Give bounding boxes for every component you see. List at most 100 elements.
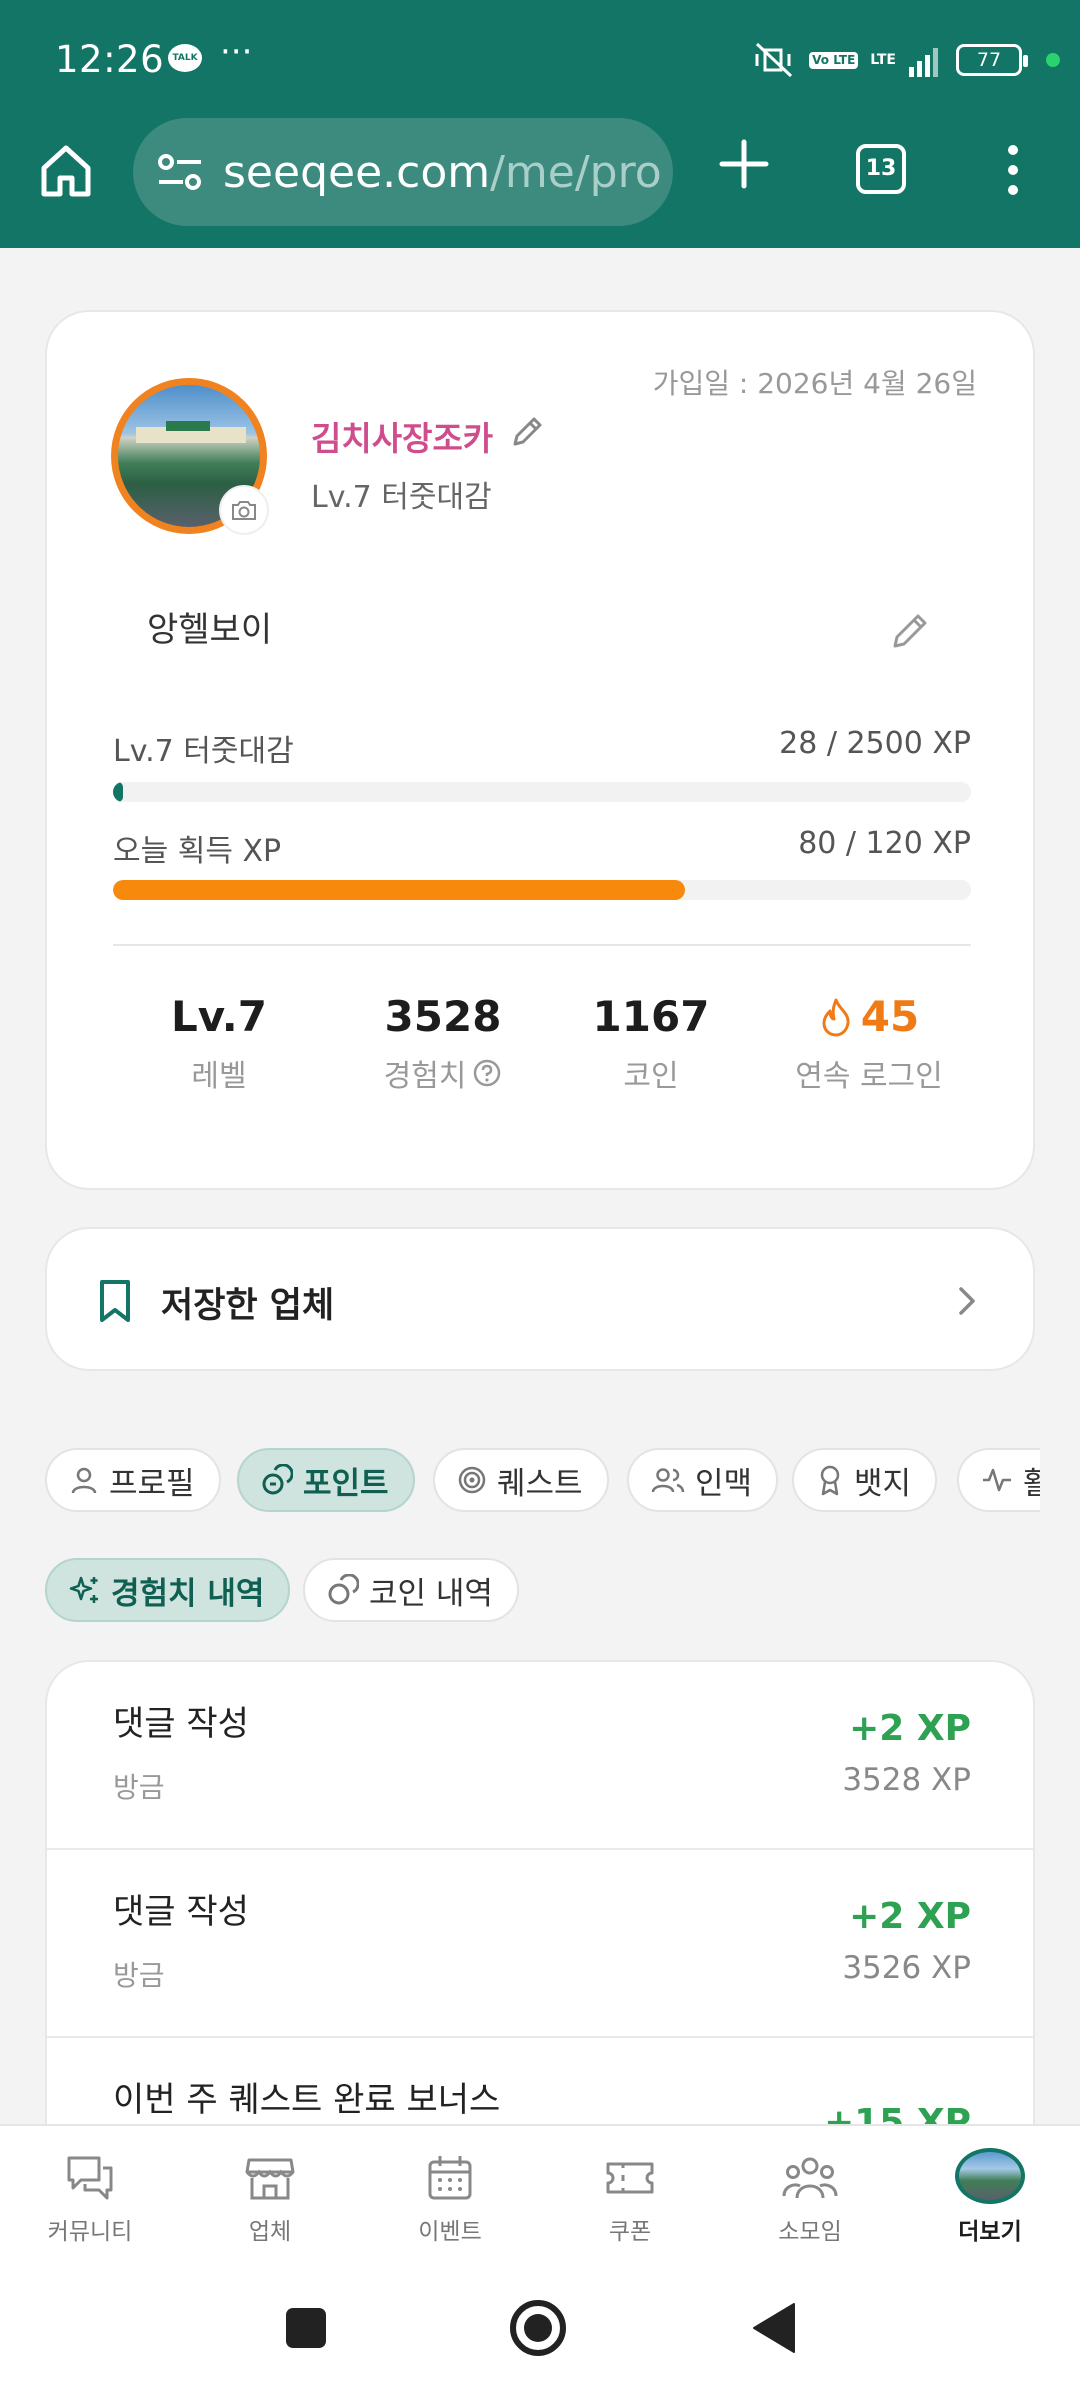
level-xp-label: Lv.7 터줏대감 [113,734,294,769]
home-system-button[interactable] [508,2298,568,2358]
saved-vendors-label: 저장한 업체 [161,1286,335,1326]
history-gain: +2 XP [849,1708,971,1749]
new-tab-button[interactable] [716,136,772,192]
subtab-xp-label: 경험치 내역 [111,1575,265,1612]
profile-tabs: 프로필 포인트 퀘스트 인맥 뱃지 활 [0,1440,1040,1520]
daily-xp-bar [113,880,971,900]
stat-streak: 45 연속 로그인 [759,992,979,1095]
daily-xp-value: 80 / 120 XP [798,826,971,861]
history-title: 이번 주 퀘스트 완료 보너스 [113,2080,501,2120]
avatar-photo-sign [166,421,210,431]
nav-coupons[interactable]: 쿠폰 [555,2152,705,2246]
nav-vendors[interactable]: 업체 [195,2152,345,2246]
history-gain: +2 XP [849,1896,971,1937]
join-date: 가입일 : 2026년 4월 26일 [652,367,977,400]
stat-level-label: 레벨 [191,1059,247,1094]
stat-level: Lv.7 레벨 [109,992,329,1095]
coins-icon [262,1464,293,1495]
change-photo-button[interactable] [219,485,269,535]
battery-icon: 77 [956,44,1028,76]
sparkle-icon [69,1576,98,1603]
history-total: 3528 XP [842,1762,971,1798]
browser-menu-button[interactable] [998,142,1028,198]
stat-coin: 1167 코인 [541,992,761,1095]
nickname: 김치사장조카 [311,419,494,458]
bookmark-icon [100,1280,130,1322]
back-button[interactable] [750,2302,798,2354]
history-title: 댓글 작성 [113,1704,249,1744]
level-xp-bar-fill [113,782,124,802]
tab-switcher-button[interactable]: 13 [856,144,906,194]
home-button[interactable] [36,140,96,200]
calendar-icon [428,2156,472,2200]
history-time: 방금 [113,1959,165,1992]
volte-icon: Vo LTE [809,51,859,69]
privacy-dot-icon [1046,53,1060,67]
url-domain: seeqee.com [223,146,491,198]
nav-more-label: 더보기 [958,2219,1022,2245]
divider [113,944,971,946]
site-settings-icon[interactable] [155,152,205,192]
bio-text: 앙헬보이 [147,610,273,650]
avatar [955,2148,1025,2204]
daily-xp-row: 오늘 획득 XP 80 / 120 XP [113,826,971,870]
tab-activity[interactable]: 활 [957,1448,1040,1512]
activity-icon [983,1468,1011,1492]
subtab-coin-history[interactable]: 코인 내역 [303,1558,519,1622]
badge-icon [820,1465,840,1496]
nav-groups-label: 소모임 [778,2219,842,2245]
nav-events[interactable]: 이벤트 [375,2152,525,2246]
tab-profile-label: 프로필 [109,1465,195,1502]
saved-vendors-button[interactable]: 저장한 업체 [45,1227,1035,1371]
level-xp-bar [113,782,971,802]
nav-community[interactable]: 커뮤니티 [15,2152,165,2246]
chevron-right-icon [959,1287,975,1315]
stat-coin-value: 1167 [592,992,710,1041]
status-time: 12:26 [55,38,165,81]
recent-apps-button[interactable] [284,2306,328,2350]
nav-events-label: 이벤트 [418,2219,482,2245]
tab-quest-label: 퀘스트 [497,1465,583,1502]
stat-xp: 3528 경험치 [333,992,553,1095]
stat-streak-label: 연속 로그인 [795,1059,943,1094]
stat-xp-label: 경험치 [383,1059,467,1094]
address-bar[interactable]: seeqee.com/me/pro [133,118,673,226]
target-icon [458,1466,486,1494]
tab-points[interactable]: 포인트 [237,1448,415,1512]
tab-activity-label: 활 [1023,1465,1040,1502]
tab-badge[interactable]: 뱃지 [792,1448,938,1512]
help-icon[interactable] [472,1058,502,1088]
list-item: 댓글 작성 방금 +2 XP 3526 XP [47,1850,1033,2038]
subtab-xp-history[interactable]: 경험치 내역 [45,1558,291,1622]
nav-groups[interactable]: 소모임 [735,2152,885,2246]
tab-badge-label: 뱃지 [854,1465,912,1502]
list-item: 댓글 작성 방금 +2 XP 3528 XP [47,1662,1033,1850]
nav-more[interactable]: 더보기 [915,2148,1065,2246]
level-title: Lv.7 터줏대감 [311,480,492,515]
ticket-icon [606,2162,654,2194]
stat-xp-value: 3528 [384,992,502,1041]
browser-toolbar: seeqee.com/me/pro 13 [0,118,1080,248]
tab-network[interactable]: 인맥 [627,1448,779,1512]
url-path: /me/pro [490,146,662,198]
bottom-navigation: 커뮤니티 업체 이벤트 쿠폰 소모임 더보기 [0,2124,1080,2272]
system-navigation-bar [0,2272,1080,2400]
tab-network-label: 인맥 [695,1465,753,1502]
system-indicators: Vo LTE LTE 77 [751,38,1060,82]
edit-nickname-button[interactable] [507,412,547,452]
tab-quest[interactable]: 퀘스트 [433,1448,609,1512]
kakaotalk-notification-icon: TALK [168,44,202,72]
people-icon [651,1468,685,1493]
level-xp-value: 28 / 2500 XP [779,726,971,761]
person-icon [71,1467,97,1494]
more-notifications-icon: ··· [220,32,253,72]
edit-bio-button[interactable] [887,608,933,654]
nav-coupons-label: 쿠폰 [608,2219,652,2245]
daily-xp-bar-fill [113,880,686,900]
nav-vendors-label: 업체 [248,2219,292,2245]
level-xp-row: Lv.7 터줏대감 28 / 2500 XP [113,726,971,770]
store-icon [245,2158,295,2200]
stat-level-value: Lv.7 [171,992,267,1041]
tab-profile[interactable]: 프로필 [45,1448,221,1512]
history-title: 댓글 작성 [113,1892,249,1932]
